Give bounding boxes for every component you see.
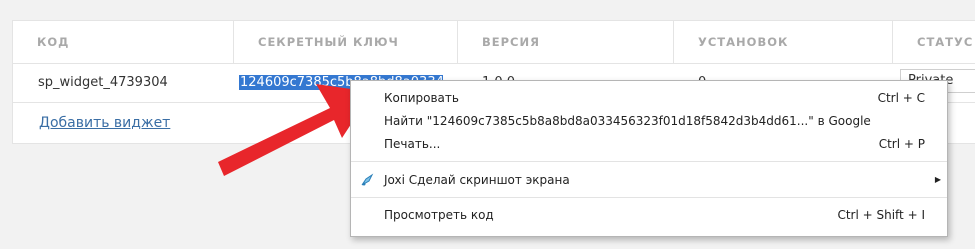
menu-separator bbox=[351, 161, 947, 162]
menu-item-view-source[interactable]: Просмотреть код Ctrl + Shift + I bbox=[351, 204, 947, 226]
menu-item-copy-shortcut: Ctrl + C bbox=[877, 91, 925, 105]
menu-item-copy[interactable]: Копировать Ctrl + C bbox=[351, 87, 947, 109]
menu-item-search-google[interactable]: Найти "124609c7385c5b8a8bd8a033456323f01… bbox=[351, 110, 947, 132]
submenu-arrow-icon: ▶ bbox=[934, 175, 941, 184]
context-menu: Копировать Ctrl + C Найти "124609c7385c5… bbox=[350, 80, 948, 237]
menu-separator bbox=[351, 197, 947, 198]
menu-item-view-source-label: Просмотреть код bbox=[384, 208, 494, 222]
menu-item-joxi-label: Joxi Сделай скриншот экрана bbox=[384, 173, 570, 187]
menu-item-print[interactable]: Печать... Ctrl + P bbox=[351, 133, 947, 155]
menu-item-view-source-shortcut: Ctrl + Shift + I bbox=[837, 208, 925, 222]
joxi-icon bbox=[361, 173, 374, 186]
arrow-shape bbox=[218, 84, 372, 176]
menu-item-joxi[interactable]: Joxi Сделай скриншот экрана ▶ bbox=[351, 169, 947, 191]
menu-item-print-label: Печать... bbox=[384, 137, 441, 151]
menu-item-copy-label: Копировать bbox=[384, 91, 459, 105]
menu-item-print-shortcut: Ctrl + P bbox=[878, 137, 925, 151]
menu-item-search-label: Найти "124609c7385c5b8a8bd8a033456323f01… bbox=[384, 114, 871, 128]
